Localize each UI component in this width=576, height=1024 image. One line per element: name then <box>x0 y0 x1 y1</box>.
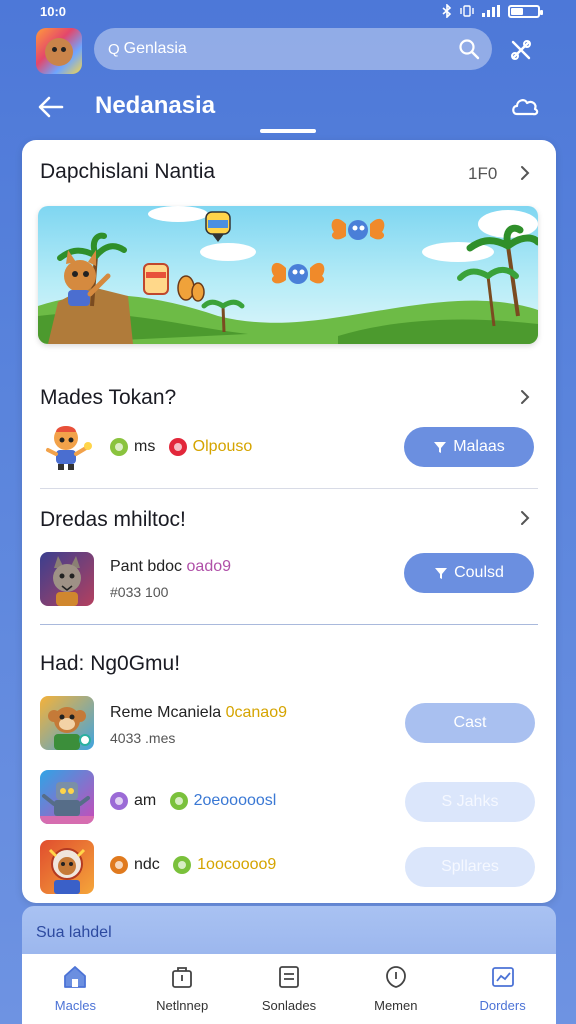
cast-button[interactable]: Cast <box>405 703 535 743</box>
signal-icon <box>482 5 500 17</box>
bottom-nav: Macles Netlnnep Sonlades Memen Dorders <box>22 954 556 1024</box>
row-name: Reme Mcaniela <box>110 704 222 721</box>
status-dot-icon <box>110 792 128 810</box>
nav-label: Macles <box>54 998 96 1013</box>
promo-bar[interactable]: Sua lahdel <box>22 906 556 954</box>
row-sub: #033 100 <box>110 584 169 600</box>
avatar-wolf <box>40 552 94 606</box>
malaas-button[interactable]: Malaas <box>404 427 534 467</box>
row-am: am 2oeooooosl <box>110 792 276 810</box>
chevron-right-icon[interactable] <box>518 509 532 527</box>
chevron-right-icon[interactable] <box>518 164 532 182</box>
malaas-button-label: Malaas <box>453 438 505 455</box>
vibrate-icon <box>460 5 474 17</box>
nav-label: Dorders <box>479 998 526 1013</box>
page-title: Nedanasia <box>95 92 216 119</box>
chevron-right-icon[interactable] <box>518 388 532 406</box>
row-name: am <box>134 792 157 810</box>
coulsd-button-label: Coulsd <box>454 564 504 581</box>
shield-icon <box>385 966 406 988</box>
section-title-dredas: Dredas mhiltoc! <box>40 508 186 531</box>
nav-item-memen[interactable]: Memen <box>342 954 449 1024</box>
status-dot-icon <box>110 438 128 456</box>
row-mades: ms Olpouso <box>110 438 252 456</box>
row-sub: 4033 .mes <box>110 730 176 746</box>
status-dot-icon <box>173 856 192 874</box>
nav-label: Sonlades <box>261 998 317 1013</box>
document-icon <box>279 966 299 988</box>
search-prefix: Q <box>108 40 120 58</box>
nav-item-macles[interactable]: Macles <box>22 954 129 1024</box>
search-input[interactable] <box>123 40 444 58</box>
chart-icon <box>491 967 514 987</box>
row-ndc: ndc 1oocoooo9 <box>110 856 276 874</box>
bag-icon <box>172 967 193 988</box>
nav-label: Netlnnep <box>156 998 209 1013</box>
sjahks-button-label: S Jahks <box>441 793 499 810</box>
divider <box>40 624 538 625</box>
featured-banner[interactable] <box>38 206 538 344</box>
app-icon[interactable] <box>36 28 82 74</box>
row-name: Pant bdoc <box>110 558 183 575</box>
coulsd-button[interactable]: Coulsd <box>404 553 534 593</box>
nav-item-dorders[interactable]: Dorders <box>449 954 556 1024</box>
home-icon <box>64 966 87 988</box>
status-time: 10:0 <box>40 4 67 19</box>
avatar-monkey <box>40 696 94 750</box>
battery-icon <box>508 4 543 18</box>
promo-label: Sua lahdel <box>36 924 112 941</box>
spllares-button-label: Spllares <box>441 858 499 875</box>
section-title-mades: Mades Tokan? <box>40 386 177 409</box>
avatar-astronaut <box>40 840 94 894</box>
status-dot-icon <box>168 438 187 456</box>
content-card: Dapchislani Nantia 1F0 Mades Tokan? ms O… <box>22 140 556 903</box>
section-title-had: Had: Ng0Gmu! <box>40 652 181 675</box>
status-icons <box>442 4 543 18</box>
row-pant: Pant bdoc oado9 <box>110 558 231 576</box>
featured-count: 1F0 <box>468 164 498 183</box>
section-title-featured: Dapchislani Nantia <box>40 160 216 183</box>
avatar-mascot <box>42 420 96 474</box>
nav-label: Memen <box>374 998 418 1013</box>
cast-button-label: Cast <box>453 714 487 731</box>
tools-icon[interactable] <box>508 37 534 63</box>
sjahks-button[interactable]: S Jahks <box>405 782 535 822</box>
bluetooth-icon <box>442 4 452 18</box>
status-bar: 10:0 <box>0 0 576 24</box>
nav-item-sonlades[interactable]: Sonlades <box>236 954 343 1024</box>
status-dot-icon <box>169 792 188 810</box>
banner-illustration <box>38 206 538 344</box>
status-dot-icon <box>110 856 128 874</box>
row-name: ms <box>134 438 156 456</box>
row-tag: 0canao9 <box>225 704 287 721</box>
row-name: ndc <box>134 856 160 874</box>
cloud-icon[interactable] <box>510 92 540 120</box>
row-tag: Olpouso <box>192 438 253 456</box>
nav-item-netlnnep[interactable]: Netlnnep <box>129 954 236 1024</box>
search-icon[interactable] <box>458 38 480 60</box>
filter-icon <box>435 568 448 579</box>
row-reme: Reme Mcaniela 0canao9 <box>110 704 287 722</box>
avatar-robot <box>40 770 94 824</box>
spllares-button[interactable]: Spllares <box>405 847 535 887</box>
back-arrow-icon[interactable] <box>36 92 66 122</box>
filter-icon <box>434 442 447 453</box>
row-tag: 2oeooooosl <box>193 792 277 810</box>
row-tag: 1oocoooo9 <box>197 856 277 874</box>
row-tag: oado9 <box>186 558 232 575</box>
tab-indicator <box>260 129 316 133</box>
divider <box>40 488 538 489</box>
search-bar[interactable]: Q <box>94 28 492 70</box>
